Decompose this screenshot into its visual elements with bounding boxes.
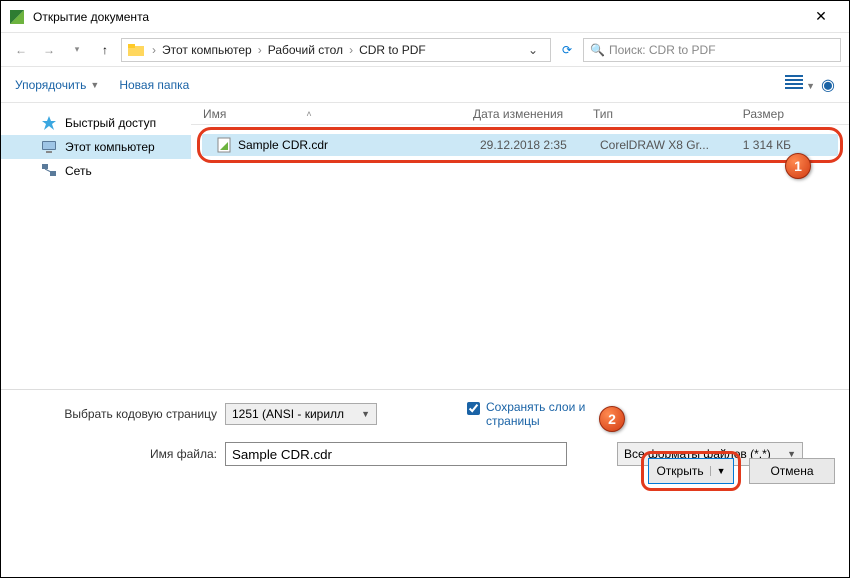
- view-details-icon[interactable]: ▼: [785, 75, 815, 95]
- codepage-label: Выбрать кодовую страницу: [15, 407, 225, 421]
- star-icon: [41, 115, 57, 131]
- col-header-type[interactable]: Тип: [585, 107, 720, 121]
- sidebar-item-network[interactable]: Сеть: [1, 159, 191, 183]
- toolbar: Упорядочить ▼ Новая папка ▼ ◉: [1, 67, 849, 103]
- sidebar: Быстрый доступ Этот компьютер Сеть: [1, 103, 191, 389]
- file-name: Sample CDR.cdr: [238, 138, 328, 152]
- folder-icon: [128, 42, 144, 58]
- file-area: Имя ˄ Дата изменения Тип Размер Sample C…: [191, 103, 849, 389]
- split-chevron-icon[interactable]: ▼: [710, 466, 726, 476]
- dialog-buttons: Открыть ▼ Отмена: [641, 451, 835, 491]
- sort-asc-icon: ˄: [306, 109, 311, 119]
- navbar: ← → ▾ ↑ › Этот компьютер › Рабочий стол …: [1, 33, 849, 67]
- col-header-size[interactable]: Размер: [720, 107, 800, 121]
- window-title: Открытие документа: [33, 10, 801, 24]
- file-size: 1 314 КБ: [727, 138, 807, 152]
- app-icon: [9, 9, 25, 25]
- organize-label: Упорядочить: [15, 78, 86, 92]
- annotation-badge-2: 2: [599, 406, 625, 432]
- cdr-file-icon: [216, 137, 232, 153]
- network-icon: [41, 163, 57, 179]
- footer: Выбрать кодовую страницу 1251 (ANSI - ки…: [1, 389, 849, 513]
- annotation-badge-1: 1: [785, 153, 811, 179]
- chevron-down-icon: ▼: [806, 81, 815, 91]
- column-headers: Имя ˄ Дата изменения Тип Размер: [191, 103, 849, 125]
- file-date: 29.12.2018 2:35: [472, 138, 592, 152]
- nav-forward-icon: →: [37, 38, 61, 62]
- filename-label: Имя файла:: [15, 447, 225, 461]
- chevron-right-icon: ›: [152, 43, 156, 57]
- chevron-down-icon: ▼: [90, 80, 99, 90]
- chevron-right-icon: ›: [349, 43, 353, 57]
- nav-up-icon[interactable]: ↑: [93, 38, 117, 62]
- codepage-value: 1251 (ANSI - кирилл: [232, 407, 344, 421]
- close-icon[interactable]: ✕: [801, 8, 841, 25]
- preserve-layers-checkbox[interactable]: Сохранять слои и страницы: [467, 400, 596, 428]
- sidebar-item-label: Быстрый доступ: [65, 116, 156, 130]
- help-icon[interactable]: ◉: [821, 75, 835, 95]
- crumb-desktop[interactable]: Рабочий стол: [268, 43, 343, 57]
- body: Быстрый доступ Этот компьютер Сеть Имя ˄: [1, 103, 849, 389]
- chevron-down-icon: ▼: [361, 409, 370, 419]
- cancel-button[interactable]: Отмена: [749, 458, 835, 484]
- open-file-dialog: Открытие документа ✕ ← → ▾ ↑ › Этот комп…: [0, 0, 850, 578]
- nav-back-icon[interactable]: ←: [9, 38, 33, 62]
- nav-recent-icon[interactable]: ▾: [65, 38, 89, 62]
- preserve-layers-input[interactable]: [467, 402, 480, 415]
- new-folder-button[interactable]: Новая папка: [119, 78, 189, 92]
- filename-input[interactable]: [225, 442, 567, 466]
- crumb-computer[interactable]: Этот компьютер: [162, 43, 252, 57]
- breadcrumb[interactable]: › Этот компьютер › Рабочий стол › CDR to…: [121, 38, 551, 62]
- refresh-icon[interactable]: ⟳: [555, 43, 579, 57]
- view-buttons: ▼ ◉: [785, 75, 835, 95]
- search-icon: 🔍: [590, 43, 605, 57]
- new-folder-label: Новая папка: [119, 78, 189, 92]
- open-button-highlight: Открыть ▼: [641, 451, 741, 491]
- codepage-select[interactable]: 1251 (ANSI - кирилл ▼: [225, 403, 377, 425]
- sidebar-item-label: Сеть: [65, 164, 92, 178]
- file-type: CorelDRAW X8 Gr...: [592, 138, 727, 152]
- file-row[interactable]: Sample CDR.cdr 29.12.2018 2:35 CorelDRAW…: [202, 134, 838, 156]
- pc-icon: [41, 139, 57, 155]
- file-selection-highlight: Sample CDR.cdr 29.12.2018 2:35 CorelDRAW…: [197, 127, 843, 163]
- sidebar-item-this-pc[interactable]: Этот компьютер: [1, 135, 191, 159]
- sidebar-item-label: Этот компьютер: [65, 140, 155, 154]
- breadcrumb-dropdown-icon[interactable]: ⌄: [522, 43, 544, 57]
- cancel-label: Отмена: [770, 464, 813, 478]
- open-button[interactable]: Открыть ▼: [648, 458, 734, 484]
- preserve-layers-label: Сохранять слои и страницы: [486, 400, 596, 428]
- crumb-folder[interactable]: CDR to PDF: [359, 43, 426, 57]
- chevron-right-icon: ›: [258, 43, 262, 57]
- sidebar-item-quick-access[interactable]: Быстрый доступ: [1, 111, 191, 135]
- search-input[interactable]: 🔍 Поиск: CDR to PDF: [583, 38, 841, 62]
- titlebar: Открытие документа ✕: [1, 1, 849, 33]
- col-header-date[interactable]: Дата изменения: [465, 107, 585, 121]
- search-placeholder: Поиск: CDR to PDF: [609, 43, 716, 57]
- open-label: Открыть: [656, 464, 703, 478]
- organize-button[interactable]: Упорядочить ▼: [15, 78, 99, 92]
- col-header-name[interactable]: Имя ˄: [195, 107, 465, 121]
